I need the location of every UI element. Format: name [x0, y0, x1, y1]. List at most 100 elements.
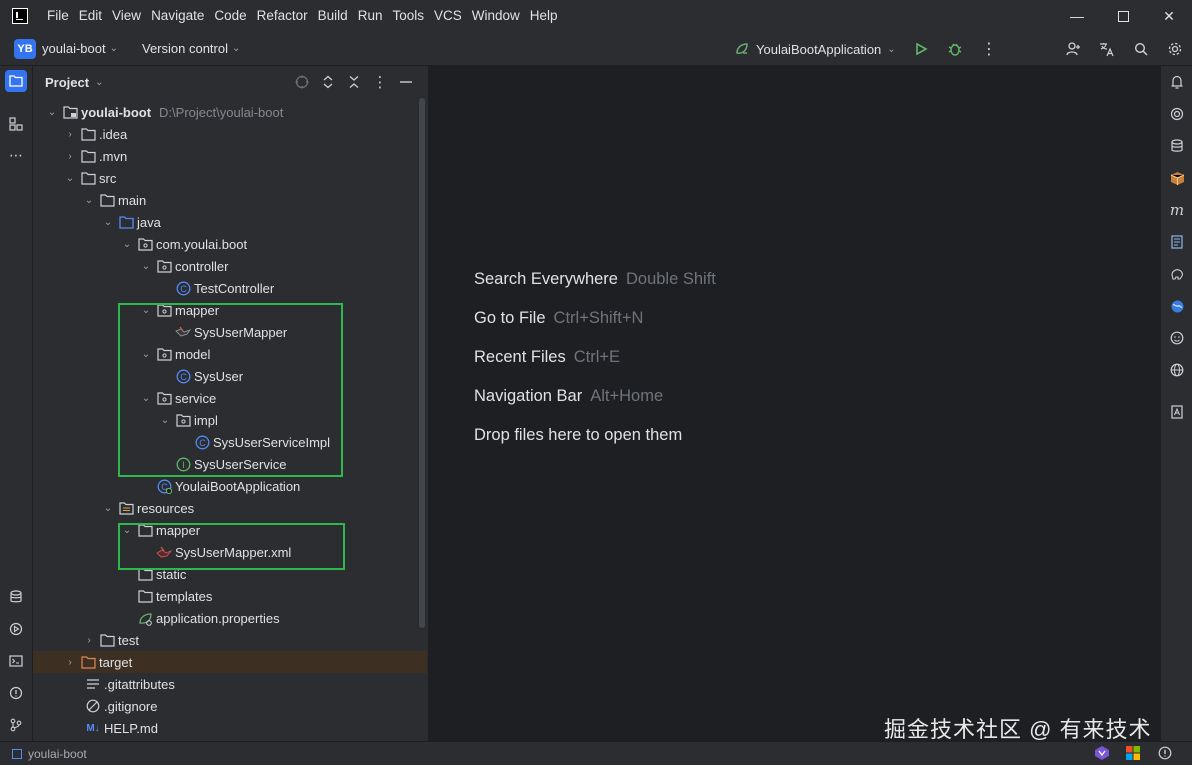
menu-run[interactable]: Run [353, 0, 388, 32]
tree-item-application-properties[interactable]: application.properties [33, 607, 427, 629]
tree-item-help-md[interactable]: M↓ HELP.md [33, 717, 427, 739]
ai-plugin-icon[interactable] [1094, 745, 1110, 764]
terminal-icon[interactable] [5, 650, 27, 672]
tree-item-youlaibootapplication[interactable]: C YoulaiBootApplication [33, 475, 427, 497]
windows-logo-icon[interactable] [1126, 746, 1140, 763]
locate-file-icon[interactable] [293, 73, 311, 91]
notifications-icon[interactable] [1167, 72, 1187, 92]
menu-window[interactable]: Window [467, 0, 525, 32]
chevron-down-icon[interactable]: ⌄ [139, 349, 153, 360]
more-tools-icon[interactable]: ⋯ [5, 144, 27, 166]
editor-area[interactable]: Search Everywhere Double Shift Go to File… [430, 66, 1159, 741]
chevron-down-icon[interactable]: ⌄ [232, 43, 240, 54]
tree-item-templates[interactable]: templates [33, 585, 427, 607]
chevron-down-icon[interactable]: ⌄ [139, 261, 153, 272]
tree-item-package-root[interactable]: ⌄ com.youlai.boot [33, 233, 427, 255]
chevron-right-icon[interactable]: › [63, 129, 77, 140]
panel-title[interactable]: Project [45, 75, 89, 90]
chevron-down-icon[interactable]: ⌄ [887, 44, 895, 55]
tree-item-testcontroller[interactable]: C TestController [33, 277, 427, 299]
read-mode-icon[interactable] [1167, 402, 1187, 422]
tree-item-resources[interactable]: ⌄ resources [33, 497, 427, 519]
tree-item-sysusermapper[interactable]: SysUserMapper [33, 321, 427, 343]
menu-edit[interactable]: Edit [74, 0, 107, 32]
chevron-down-icon[interactable]: ⌄ [95, 77, 103, 88]
tree-item-model[interactable]: ⌄ model [33, 343, 427, 365]
tree-item-java[interactable]: ⌄ java [33, 211, 427, 233]
emoji-face-icon[interactable] [1167, 328, 1187, 348]
tree-item-test[interactable]: › test [33, 629, 427, 651]
maximize-icon[interactable] [1100, 0, 1146, 32]
tree-item-project-root[interactable]: ⌄ youlai-boot D:\Project\youlai-boot [33, 101, 427, 123]
status-warning-icon[interactable] [1158, 746, 1172, 763]
project-tool-icon[interactable] [5, 70, 27, 92]
menu-code[interactable]: Code [209, 0, 251, 32]
chevron-down-icon[interactable]: ⌄ [45, 107, 59, 118]
add-user-icon[interactable] [1060, 32, 1086, 66]
tree-item-impl[interactable]: ⌄ impl [33, 409, 427, 431]
chevron-right-icon[interactable]: › [63, 657, 77, 668]
project-name[interactable]: youlai-boot [42, 41, 106, 56]
maven-icon[interactable]: m [1167, 200, 1187, 220]
tree-item-gitattributes[interactable]: .gitattributes [33, 673, 427, 695]
tree-item-src[interactable]: ⌄ src [33, 167, 427, 189]
chevron-down-icon[interactable]: ⌄ [120, 525, 134, 536]
menu-file[interactable]: File [42, 0, 74, 32]
services-icon[interactable] [5, 586, 27, 608]
close-icon[interactable]: ✕ [1146, 0, 1192, 32]
chevron-down-icon[interactable]: ⌄ [101, 217, 115, 228]
search-icon[interactable] [1128, 32, 1154, 66]
expand-all-icon[interactable] [319, 73, 337, 91]
document-icon[interactable] [1167, 232, 1187, 252]
gradle-elephant-icon[interactable] [1167, 264, 1187, 284]
minimize-icon[interactable]: — [1054, 0, 1100, 32]
tree-item-mvn[interactable]: › .mvn [33, 145, 427, 167]
tree-item-sysusermapper-xml[interactable]: SysUserMapper.xml [33, 541, 427, 563]
tree-item-target[interactable]: › target [33, 651, 427, 673]
chevron-down-icon[interactable]: ⌄ [63, 173, 77, 184]
plugin-cube-icon[interactable] [1167, 168, 1187, 188]
tree-item-mapper-package[interactable]: ⌄ mapper [33, 299, 427, 321]
chevron-right-icon[interactable]: › [63, 151, 77, 162]
menu-refactor[interactable]: Refactor [252, 0, 313, 32]
collapse-all-icon[interactable] [345, 73, 363, 91]
debug-icon[interactable] [942, 32, 968, 66]
run-tool-icon[interactable] [5, 618, 27, 640]
translate-icon[interactable] [1094, 32, 1120, 66]
run-config-label[interactable]: YoulaiBootApplication [756, 42, 881, 57]
chevron-down-icon[interactable]: ⌄ [120, 239, 134, 250]
menu-navigate[interactable]: Navigate [146, 0, 209, 32]
tree-item-idea[interactable]: › .idea [33, 123, 427, 145]
database-icon[interactable] [1167, 136, 1187, 156]
more-actions-icon[interactable]: ⋮ [976, 32, 1002, 66]
chevron-right-icon[interactable]: › [82, 635, 96, 646]
hide-panel-icon[interactable] [397, 73, 415, 91]
settings-gear-icon[interactable] [1162, 32, 1188, 66]
menu-tools[interactable]: Tools [387, 0, 429, 32]
menu-vcs[interactable]: VCS [429, 0, 467, 32]
chevron-down-icon[interactable]: ⌄ [139, 305, 153, 316]
chevron-down-icon[interactable]: ⌄ [101, 503, 115, 514]
chevron-down-icon[interactable]: ⌄ [82, 195, 96, 206]
tree-item-sysuserservice[interactable]: I SysUserService [33, 453, 427, 475]
tree-item-main[interactable]: ⌄ main [33, 189, 427, 211]
menu-view[interactable]: View [107, 0, 146, 32]
tree-item-gitignore[interactable]: .gitignore [33, 695, 427, 717]
status-project-breadcrumb[interactable]: youlai-boot [28, 747, 87, 761]
tree-item-sysuser[interactable]: C SysUser [33, 365, 427, 387]
globe-colored-icon[interactable] [1167, 296, 1187, 316]
project-badge[interactable]: YB [14, 38, 36, 59]
chevron-down-icon[interactable]: ⌄ [139, 393, 153, 404]
tree-item-static[interactable]: static [33, 563, 427, 585]
ai-assistant-icon[interactable] [1167, 104, 1187, 124]
tree-scrollbar[interactable] [419, 98, 425, 628]
run-config-selector[interactable]: YoulaiBootApplication ⌄ [734, 32, 896, 66]
problems-icon[interactable] [5, 682, 27, 704]
run-icon[interactable] [908, 32, 934, 66]
tree-item-service[interactable]: ⌄ service [33, 387, 427, 409]
web-globe-icon[interactable] [1167, 360, 1187, 380]
version-control-label[interactable]: Version control [142, 41, 228, 56]
chevron-down-icon[interactable]: ⌄ [110, 43, 118, 54]
options-icon[interactable]: ⋮ [371, 73, 389, 91]
structure-icon[interactable] [5, 113, 27, 135]
